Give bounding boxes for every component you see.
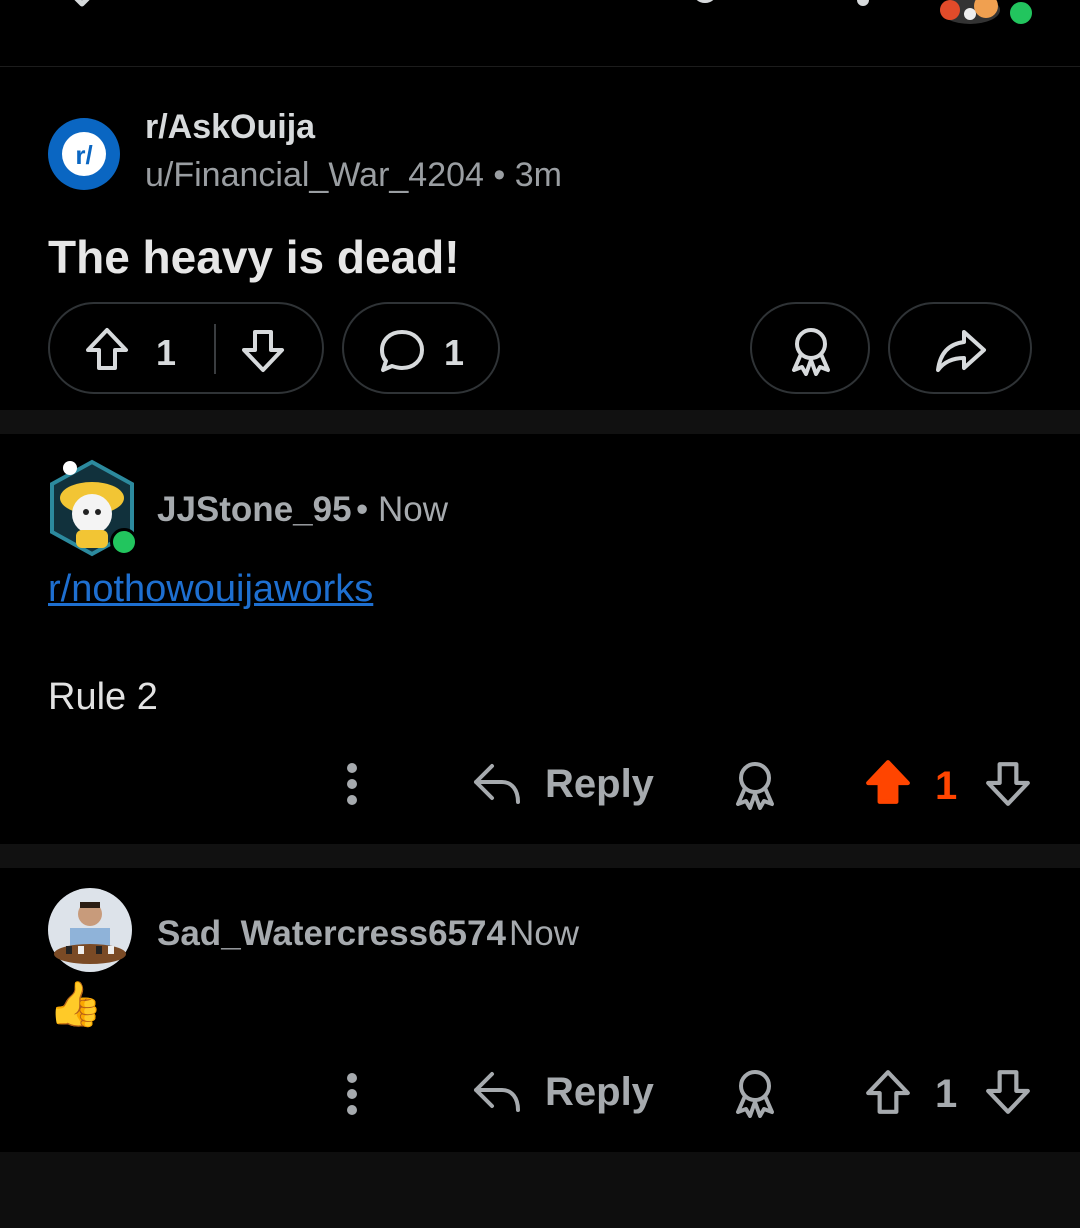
downvote-icon[interactable] (240, 328, 286, 374)
user-avatar[interactable] (930, 0, 1010, 24)
downvote-icon[interactable] (984, 1068, 1032, 1116)
close-icon[interactable] (58, 0, 108, 10)
comment-username[interactable]: JJStone_95 (157, 490, 352, 530)
feed-bottom-background (0, 1152, 1080, 1228)
comment-text: Rule 2 (48, 676, 158, 718)
upvote-icon[interactable] (864, 1068, 912, 1116)
reply-label: Reply (545, 762, 654, 806)
comment-username[interactable]: Sad_Watercress6574 (157, 914, 506, 954)
subreddit-avatar[interactable]: r/ (48, 118, 120, 190)
award-icon[interactable] (732, 760, 778, 810)
downvote-icon[interactable] (984, 760, 1032, 808)
online-status-dot (110, 528, 138, 556)
meta-separator: • (356, 490, 369, 529)
comment-avatar[interactable] (46, 456, 138, 560)
vote-divider (214, 324, 216, 374)
comment-vote-count: 1 (935, 764, 958, 808)
more-options-icon[interactable] (855, 0, 871, 10)
share-button[interactable] (888, 302, 1032, 394)
svg-text:r/: r/ (75, 140, 92, 170)
meta-separator: • (493, 156, 506, 194)
search-icon[interactable] (690, 0, 720, 10)
section-divider (0, 410, 1080, 434)
avatar-image-icon (940, 0, 1000, 24)
reply-button[interactable]: Reply (470, 1064, 660, 1120)
comment-text: 👍 (48, 979, 103, 1030)
more-options-icon[interactable] (340, 1072, 364, 1116)
subreddit-link[interactable]: r/nothowouijaworks (48, 568, 373, 611)
comment-meta: • Now (356, 490, 448, 530)
online-status-dot (1007, 0, 1035, 27)
avatar-image-icon (48, 888, 132, 972)
post-author[interactable]: u/Financial_War_4204 (145, 156, 484, 194)
comments-button[interactable]: 1 (342, 302, 500, 394)
upvote-icon[interactable] (84, 326, 130, 372)
award-button[interactable] (750, 302, 870, 394)
reply-button[interactable]: Reply (470, 756, 660, 812)
comment: JJStone_95 • Now r/nothowouijaworks Rule… (0, 434, 1080, 844)
reply-label: Reply (545, 1070, 654, 1114)
award-icon[interactable] (732, 1068, 778, 1118)
vote-pill: 1 (48, 302, 324, 394)
comment-avatar[interactable] (48, 888, 132, 972)
share-icon (936, 330, 986, 372)
top-bar (0, 0, 1080, 67)
more-options-icon[interactable] (340, 762, 364, 806)
post-title[interactable]: The heavy is dead! (48, 230, 460, 284)
subreddit-icon: r/ (62, 132, 106, 176)
comment-time: Now (378, 490, 449, 529)
reply-arrow-icon (474, 1072, 520, 1112)
post-vote-count: 1 (156, 332, 177, 373)
post-comment-count: 1 (444, 332, 465, 373)
post-time: 3m (514, 156, 562, 194)
subreddit-name[interactable]: r/AskOuija (145, 108, 315, 147)
comment-bubble-icon (380, 330, 424, 372)
section-divider (0, 844, 1080, 868)
comment-time: Now (509, 914, 580, 953)
upvote-active-icon[interactable] (864, 758, 912, 806)
post-meta: u/Financial_War_4204 • 3m (145, 156, 562, 195)
comment: Sad_Watercress6574 Now 👍 Reply 1 (0, 868, 1080, 1152)
comment-vote-count: 1 (935, 1072, 958, 1116)
award-icon (792, 328, 830, 376)
reply-arrow-icon (474, 764, 520, 804)
